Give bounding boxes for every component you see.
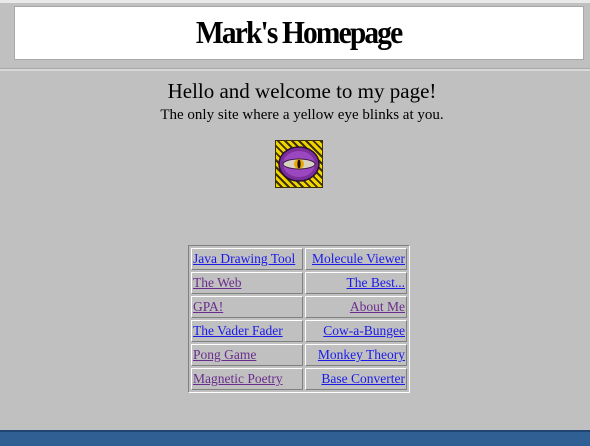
eye-graphic [278,146,320,182]
link-cell: Pong Game [191,344,303,366]
table-row: The Web The Best... [191,272,407,294]
link-cell: GPA! [191,296,303,318]
top-edge [0,0,590,3]
link-cell: The Web [191,272,303,294]
welcome-heading: Hello and welcome to my page! [167,79,437,103]
link-cell: The Vader Fader [191,320,303,342]
links-table: Java Drawing Tool Molecule Viewer The Web T… [188,245,410,393]
welcome-tagline: The only site where a yellow eye blinks … [160,107,444,123]
link-monkey-theory[interactable]: Monkey Theory [318,347,405,362]
link-the-best[interactable]: The Best... [347,275,406,290]
link-cell: Magnetic Poetry [191,368,303,390]
table-row: GPA! About Me [191,296,407,318]
link-cell: Monkey Theory [305,344,407,366]
link-java-drawing-tool[interactable]: Java Drawing Tool [193,251,295,266]
link-base-converter[interactable]: Base Converter [321,371,405,386]
link-gpa[interactable]: GPA! [193,299,223,314]
link-cell: Cow-a-Bungee [305,320,407,342]
link-about-me[interactable]: About Me [350,299,405,314]
link-cell: About Me [305,296,407,318]
table-row: Pong Game Monkey Theory [191,344,407,366]
link-molecule-viewer[interactable]: Molecule Viewer [312,251,405,266]
link-the-vader-fader[interactable]: The Vader Fader [193,323,283,338]
table-row: Java Drawing Tool Molecule Viewer [191,248,407,270]
yellow-eye-icon [275,140,323,188]
table-row: Magnetic Poetry Base Converter [191,368,407,390]
banner-divider [0,68,590,71]
link-cell: The Best... [305,272,407,294]
page-title: Mark's Homepage [196,14,403,50]
link-cell: Molecule Viewer [305,248,407,270]
table-row: The Vader Fader Cow-a-Bungee [191,320,407,342]
link-cell: Base Converter [305,368,407,390]
title-banner: Mark's Homepage [14,6,584,60]
link-the-web[interactable]: The Web [193,275,242,290]
link-pong-game[interactable]: Pong Game [193,347,256,362]
link-cell: Java Drawing Tool [191,248,303,270]
link-magnetic-poetry[interactable]: Magnetic Poetry [193,371,283,386]
link-cow-a-bungee[interactable]: Cow-a-Bungee [323,323,405,338]
footer-bar [0,430,590,446]
